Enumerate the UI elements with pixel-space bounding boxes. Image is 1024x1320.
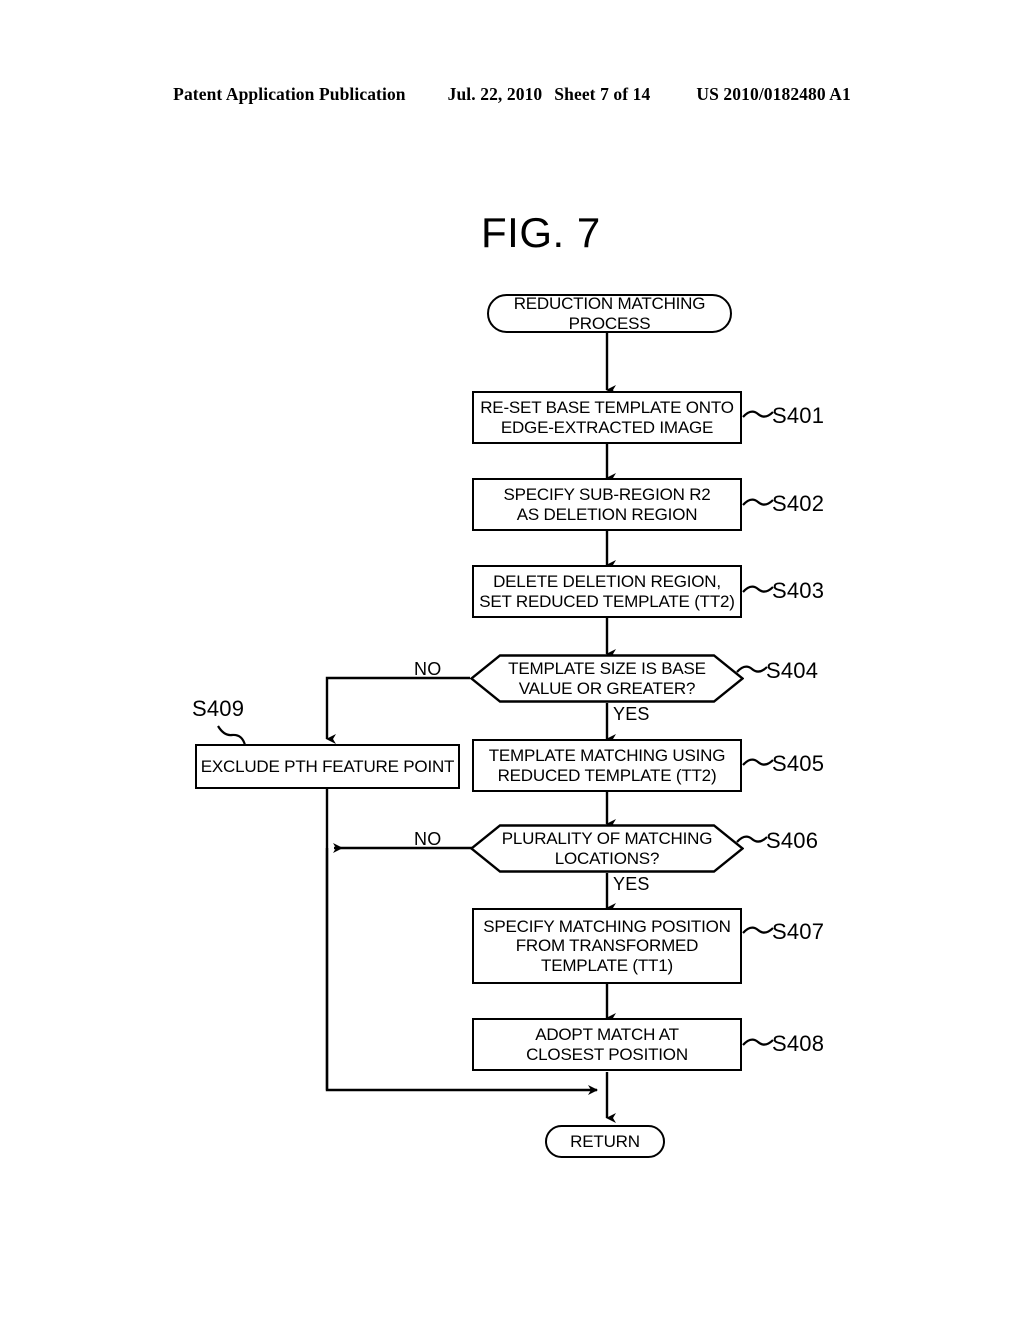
branch-label-s404-no: NO [414,659,442,679]
flow-node-s404-label: TEMPLATE SIZE IS BASE VALUE OR GREATER? [508,659,706,698]
branch-label-s406-no: NO [414,829,442,849]
leader-s402 [742,498,774,506]
step-ref-s403: S403 [772,578,825,603]
flow-node-s409-label: EXCLUDE PTH FEATURE POINT [200,756,455,776]
step-ref-s404: S404 [766,658,819,683]
leader-s403 [742,585,774,593]
flow-node-s408-label: ADOPT MATCH AT CLOSEST POSITION [526,1025,688,1064]
step-ref-s401: S401 [772,403,825,428]
flow-node-s403[interactable]: DELETE DELETION REGION, SET REDUCED TEMP… [472,565,742,618]
step-ref-s407: S407 [772,919,825,944]
flow-node-s409[interactable]: EXCLUDE PTH FEATURE POINT [195,744,460,789]
flow-node-s406[interactable]: PLURALITY OF MATCHING LOCATIONS? [470,824,744,873]
branch-label-s404-yes: YES [613,704,650,724]
leader-s407 [742,926,774,934]
step-ref-s409: S409 [192,696,245,721]
flow-node-s407-label: SPECIFY MATCHING POSITION FROM TRANSFORM… [483,917,731,975]
flow-node-s401[interactable]: RE-SET BASE TEMPLATE ONTO EDGE-EXTRACTED… [472,391,742,444]
flow-node-s403-label: DELETE DELETION REGION, SET REDUCED TEMP… [479,572,735,611]
flow-node-s405-label: TEMPLATE MATCHING USING REDUCED TEMPLATE… [488,746,726,785]
step-ref-s405: S405 [772,751,825,776]
flow-node-s408[interactable]: ADOPT MATCH AT CLOSEST POSITION [472,1018,742,1071]
leader-s401 [742,410,774,418]
step-ref-s408: S408 [772,1031,825,1056]
leader-s409 [217,725,247,746]
flow-node-s401-label: RE-SET BASE TEMPLATE ONTO EDGE-EXTRACTED… [480,398,734,437]
flow-node-s404[interactable]: TEMPLATE SIZE IS BASE VALUE OR GREATER? [470,654,744,703]
flow-node-s406-label: PLURALITY OF MATCHING LOCATIONS? [501,829,713,868]
step-ref-s402: S402 [772,491,825,516]
flow-node-return-label: RETURN [570,1131,640,1151]
flow-node-return[interactable]: RETURN [545,1125,665,1158]
flow-node-start[interactable]: REDUCTION MATCHING PROCESS [487,294,732,333]
step-ref-s406: S406 [766,828,819,853]
flow-node-s402-label: SPECIFY SUB-REGION R2 AS DELETION REGION [503,485,711,524]
leader-s408 [742,1038,774,1046]
flow-node-s405[interactable]: TEMPLATE MATCHING USING REDUCED TEMPLATE… [472,739,742,792]
flow-node-s402[interactable]: SPECIFY SUB-REGION R2 AS DELETION REGION [472,478,742,531]
flow-node-start-label: REDUCTION MATCHING PROCESS [513,294,706,333]
leader-s405 [742,758,774,766]
branch-label-s406-yes: YES [613,874,650,894]
flow-node-s407[interactable]: SPECIFY MATCHING POSITION FROM TRANSFORM… [472,908,742,984]
